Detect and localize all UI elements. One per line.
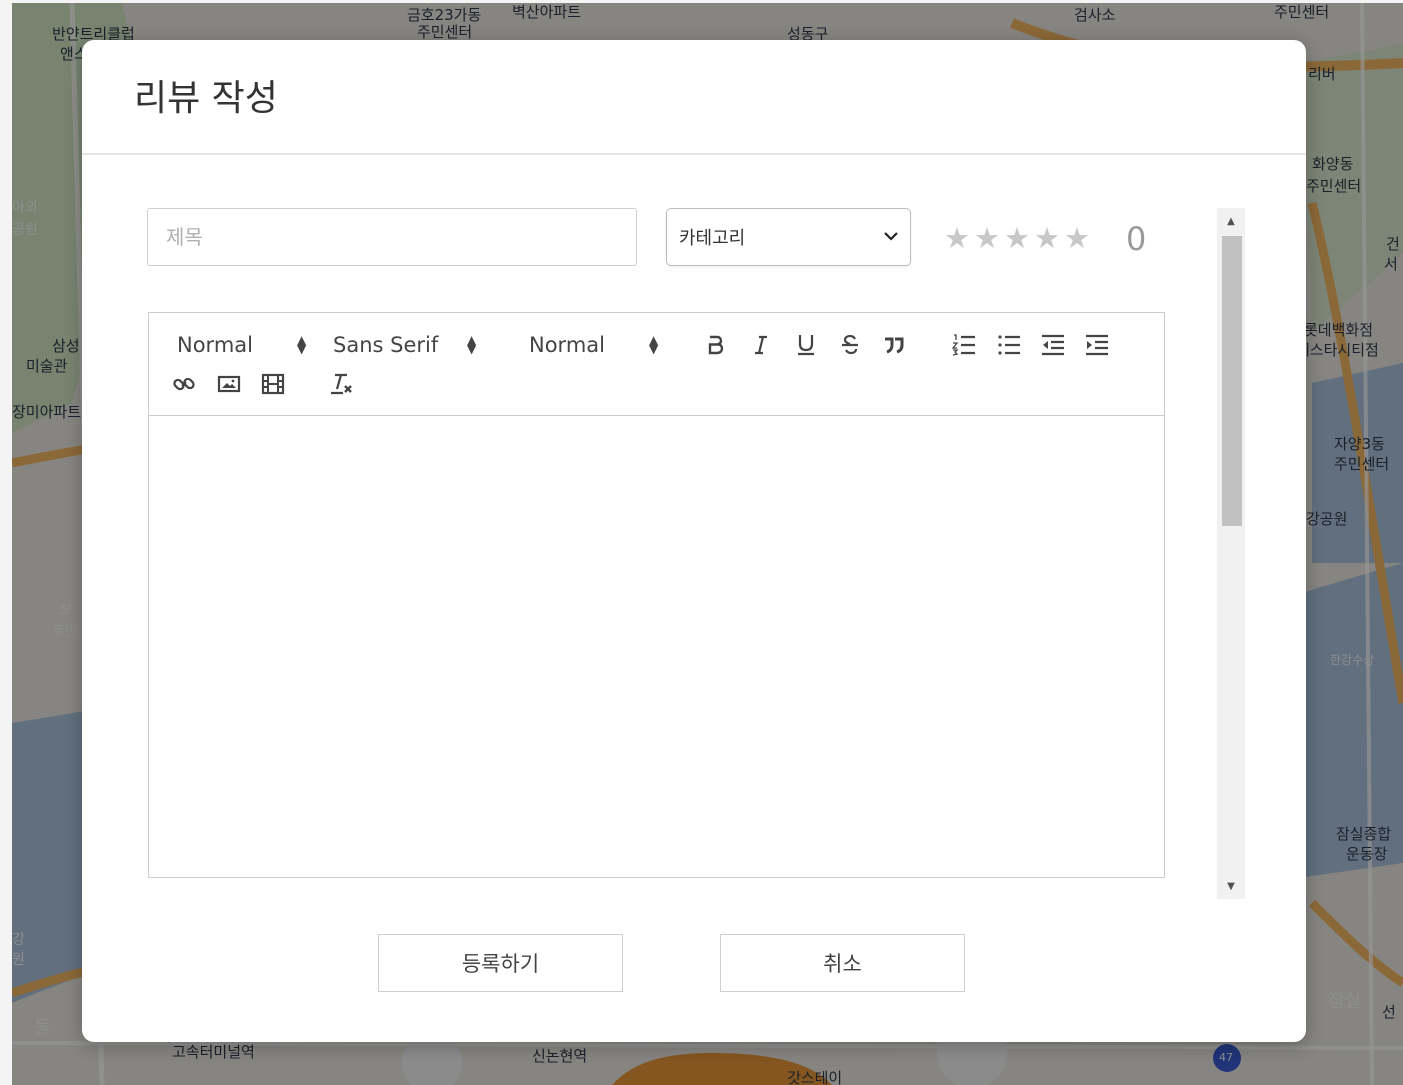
modal-title: 리뷰 작성 [134,77,278,119]
rich-text-editor: Normal ▲ ▼ Sans Serif ▲ ▼ Normal ▲ ▼ [148,312,1165,878]
chevron-down-icon [884,229,898,245]
video-button[interactable] [259,370,287,398]
rating-value: 0 [1126,220,1147,258]
video-icon [261,373,285,395]
updown-icon: ▲ ▼ [649,333,659,356]
italic-button[interactable] [747,331,775,359]
underline-icon [798,335,814,356]
submit-button[interactable]: 등록하기 [378,934,623,992]
scroll-down-icon[interactable]: ▼ [1217,877,1245,897]
star-icon[interactable]: ★ [1064,223,1090,253]
image-icon [217,375,241,393]
clear-format-icon [331,373,352,395]
blockquote-icon [885,337,904,354]
star-icon[interactable]: ★ [944,223,970,253]
indent-button[interactable] [1083,331,1111,359]
cancel-button[interactable]: 취소 [720,934,965,992]
star-icon[interactable]: ★ [974,223,1000,253]
strike-icon [842,334,858,355]
font-picker-label: Sans Serif [333,333,439,357]
scrollbar[interactable]: ▲ ▼ [1217,208,1245,899]
editor-toolbar: Normal ▲ ▼ Sans Serif ▲ ▼ Normal ▲ ▼ [149,313,1164,416]
star-icon[interactable]: ★ [1034,223,1060,253]
image-button[interactable] [215,370,243,398]
updown-icon: ▲ ▼ [467,333,477,356]
scroll-thumb[interactable] [1222,236,1242,526]
bullet-list-button[interactable] [995,331,1023,359]
ordered-list-icon [952,334,975,356]
clear-format-button[interactable] [329,370,357,398]
editor-content[interactable] [149,416,1164,876]
link-icon [173,377,195,391]
outdent-icon [1042,334,1064,356]
modal-header: 리뷰 작성 [82,40,1306,155]
indent-icon [1086,334,1108,356]
header-picker-label: Normal [177,333,253,357]
ordered-list-button[interactable] [950,331,978,359]
category-select-value: 카테고리 [679,228,746,249]
underline-button[interactable] [792,331,820,359]
bold-icon [708,335,724,355]
italic-icon [755,335,767,355]
review-modal: 리뷰 작성 카테고리 ★ ★ ★ ★ ★ 0 Normal ▲▼ Sans Se… [82,40,1306,1042]
strike-button[interactable] [836,331,864,359]
font-picker[interactable]: Sans Serif ▲ ▼ [333,333,476,357]
scroll-up-icon[interactable]: ▲ [1217,212,1245,232]
size-picker[interactable]: Normal ▲ ▼ [529,333,658,357]
updown-icon: ▲ ▼ [297,333,307,356]
star-icon[interactable]: ★ [1004,223,1030,253]
blockquote-button[interactable] [880,331,908,359]
link-button[interactable] [170,370,198,398]
bold-button[interactable] [702,331,730,359]
category-select[interactable]: 카테고리 [666,208,911,266]
bullet-list-icon [998,335,1020,355]
header-picker[interactable]: Normal ▲ ▼ [177,333,306,357]
title-input[interactable] [147,208,637,266]
star-rating[interactable]: ★ ★ ★ ★ ★ [944,223,1090,253]
size-picker-label: Normal [529,333,605,357]
outdent-button[interactable] [1039,331,1067,359]
